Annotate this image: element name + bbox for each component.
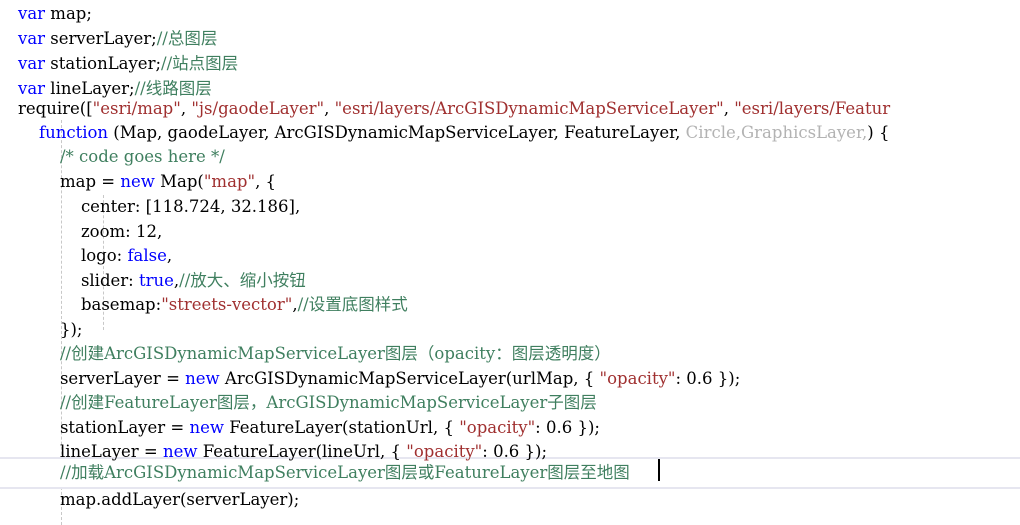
code-token-str: "esri/layers/ArcGISDynamicMapServiceLaye… [334, 99, 724, 118]
code-token-str: "js/gaodeLayer" [191, 99, 325, 118]
code-line[interactable]: stationLayer = new FeatureLayer(stationU… [18, 415, 1020, 440]
code-token-plain: : 0.6 }); [535, 418, 600, 437]
code-token-str: "esri/map" [92, 99, 181, 118]
code-token-plain: : 0.6 }); [482, 442, 548, 461]
code-line[interactable]: require(["esri/map", "js/gaodeLayer", "e… [18, 96, 1020, 121]
code-token-str: "esri/layers/Featur [734, 99, 891, 118]
code-token-plain: stationLayer; [45, 54, 162, 73]
code-token-kw: false [127, 246, 167, 265]
code-token-plain: Map( [154, 172, 204, 191]
code-line[interactable]: //创建ArcGISDynamicMapServiceLayer图层（opaci… [18, 341, 1020, 366]
code-token-plain: (Map, gaodeLayer, ArcGISDynamicMapServic… [108, 123, 686, 142]
code-token-plain: ) { [867, 123, 890, 142]
code-token-plain: : 0.6 }); [675, 369, 741, 388]
code-token-plain: lineLayer = [18, 442, 163, 461]
code-line[interactable]: map.addLayer(serverLayer); [18, 487, 1020, 512]
code-token-plain: map = [18, 172, 121, 191]
code-line[interactable]: serverLayer = new ArcGISDynamicMapServic… [18, 366, 1020, 391]
code-token-str: "opacity" [406, 442, 483, 461]
code-token-kw: var [18, 4, 46, 23]
code-token-cmt: //创建FeatureLayer图层，ArcGISDynamicMapServi… [59, 393, 597, 412]
code-token-plain: basemap: [18, 295, 162, 314]
code-token-plain: ArcGISDynamicMapServiceLayer(urlMap, { [219, 369, 600, 388]
code-token-kw: var [18, 29, 46, 48]
code-token-str: "streets-vector" [161, 295, 293, 314]
code-line[interactable]: var serverLayer;//总图层 [18, 26, 1020, 51]
code-token-cmt: //站点图层 [161, 54, 239, 73]
code-editor[interactable]: var map; var serverLayer;//总图层 var station… [0, 0, 1020, 525]
code-token-cmt: //加载ArcGISDynamicMapServiceLayer图层或Featu… [59, 463, 630, 482]
code-token-plain: , { [255, 172, 277, 191]
code-token-cmt: //总图层 [156, 29, 218, 48]
code-line[interactable]: //加载ArcGISDynamicMapServiceLayer图层或Featu… [18, 460, 1020, 485]
code-line[interactable]: center: [118.724, 32.186], [18, 194, 1020, 219]
code-token-plain: slider: [18, 271, 139, 290]
code-line[interactable]: basemap:"streets-vector",//设置底图样式 [18, 292, 1020, 317]
code-line[interactable]: slider: true,//放大、缩小按钮 [18, 268, 1020, 293]
code-token-cmt: //放大、缩小按钮 [179, 271, 306, 290]
code-line[interactable]: var map; [18, 1, 1020, 26]
code-token-kw: new [189, 418, 224, 437]
code-line[interactable]: zoom: 12, [18, 219, 1020, 244]
code-token-str: "opacity" [459, 418, 536, 437]
code-token-plain: FeatureLayer(stationUrl, { [223, 418, 460, 437]
code-token-kw: new [120, 172, 155, 191]
code-token-cmt: //设置底图样式 [297, 295, 408, 314]
code-token-plain: , [324, 99, 335, 118]
code-token-plain: map; [45, 4, 92, 23]
code-token-plain: serverLayer = [18, 369, 186, 388]
code-token-plain: center: [118.724, 32.186], [18, 197, 301, 216]
code-token-plain: , [166, 246, 173, 265]
code-token-cmt: //创建ArcGISDynamicMapServiceLayer图层（opaci… [59, 344, 611, 363]
code-token-plain: zoom: 12, [18, 222, 163, 241]
code-token-dim: Circle,GraphicsLayer, [685, 123, 868, 142]
code-line[interactable]: logo: false, [18, 243, 1020, 268]
code-token-kw: true [138, 271, 174, 290]
code-token-kw: function [38, 123, 109, 142]
code-token-cmt: /* code goes here */ [59, 147, 225, 166]
code-token-plain: }); [18, 320, 83, 339]
code-token-plain: require([ [18, 99, 93, 118]
code-line[interactable]: }); [18, 317, 1020, 342]
code-token-kw: var [18, 54, 46, 73]
code-token-plain: FeatureLayer(lineUrl, { [197, 442, 407, 461]
code-token-str: "opacity" [599, 369, 676, 388]
code-line[interactable]: map = new Map("map", { [18, 169, 1020, 194]
code-line[interactable]: /* code goes here */ [18, 144, 1020, 169]
code-token-plain: map.addLayer(serverLayer); [18, 490, 300, 509]
code-token-kw: new [163, 442, 198, 461]
code-token-plain: stationLayer = [18, 418, 190, 437]
code-token-plain: serverLayer; [45, 29, 157, 48]
code-token-kw: new [185, 369, 220, 388]
code-text-area[interactable]: var map; var serverLayer;//总图层 var station… [0, 0, 1020, 525]
code-token-plain: logo: [18, 246, 128, 265]
code-line[interactable]: var stationLayer;//站点图层 [18, 51, 1020, 76]
code-token-plain: , [723, 99, 735, 118]
code-line[interactable]: function (Map, gaodeLayer, ArcGISDynamic… [18, 120, 1020, 145]
code-token-plain: , [180, 99, 192, 118]
code-token-str: "map" [203, 172, 256, 191]
code-line[interactable]: //创建FeatureLayer图层，ArcGISDynamicMapServi… [18, 390, 1020, 415]
